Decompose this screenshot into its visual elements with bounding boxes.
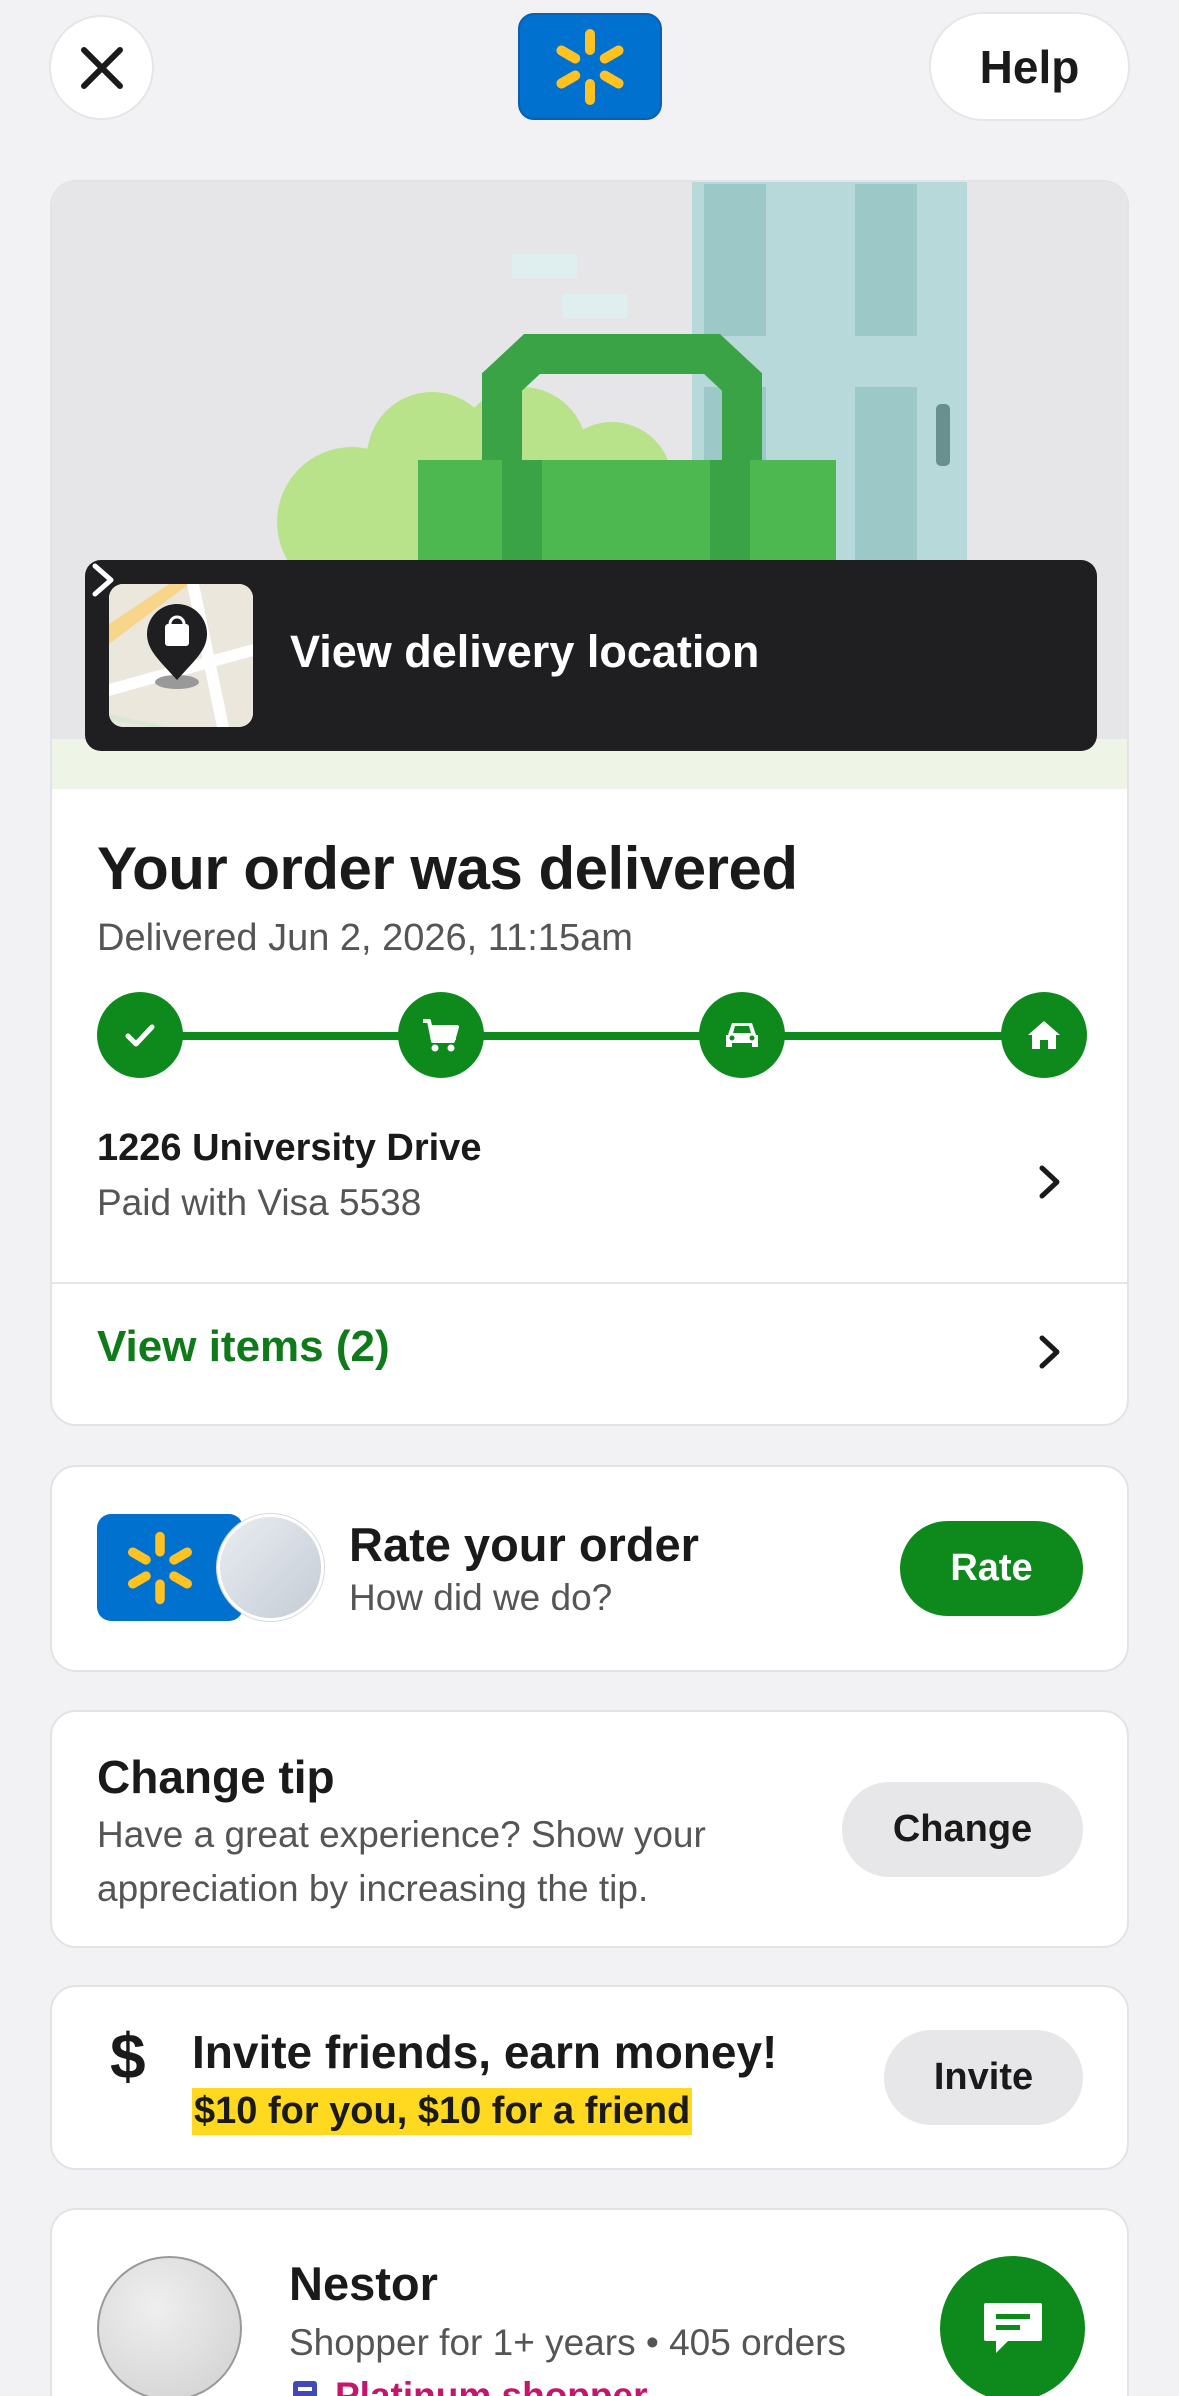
close-icon [80, 46, 123, 89]
shopper-avatar [217, 1514, 324, 1621]
home-icon [1028, 1021, 1060, 1049]
chevron-right-icon [1039, 1335, 1060, 1369]
chevron-right-icon [1039, 1165, 1060, 1199]
rate-order-subtitle: How did we do? [349, 1577, 613, 1618]
invite-title: Invite friends, earn money! [192, 2026, 778, 2078]
spark-icon [128, 1531, 192, 1604]
chevron-right-icon [92, 563, 114, 597]
change-tip-card: Change tip Have a great experience? Show… [50, 1710, 1129, 1948]
divider [52, 1282, 1127, 1284]
shopper-tier-badge: Platinum shopper [289, 2375, 647, 2396]
rate-order-title: Rate your order [349, 1518, 699, 1571]
invite-promo-badge: $10 for you, $10 for a friend [192, 2088, 693, 2135]
view-delivery-location-label: View delivery location [290, 626, 760, 677]
shopper-tier-label: Platinum shopper [335, 2375, 648, 2396]
check-icon [125, 1024, 155, 1047]
rate-order-card: Rate your order How did we do? Rate [50, 1465, 1129, 1672]
payment-method: Paid with Visa 5538 [97, 1182, 422, 1223]
step-shopping [398, 992, 484, 1078]
change-tip-button[interactable]: Change [842, 1782, 1083, 1877]
change-tip-title: Change tip [97, 1751, 335, 1803]
shopper-name: Nestor [289, 2257, 438, 2310]
order-progress-tracker [97, 992, 1087, 1080]
dollar-icon: $ [110, 2020, 146, 2092]
invite-friends-card: $ Invite friends, earn money! $10 for yo… [50, 1985, 1129, 2170]
close-button[interactable] [49, 15, 154, 120]
step-on-the-way [699, 992, 785, 1078]
walmart-spark-logo [518, 13, 662, 120]
delivered-timestamp: Delivered Jun 2, 2026, 11:15am [97, 917, 633, 959]
progress-line [137, 1032, 1047, 1040]
rate-button[interactable]: Rate [900, 1521, 1083, 1616]
step-delivered [1001, 992, 1087, 1078]
view-items-link[interactable]: View items (2) [97, 1322, 390, 1372]
map-pin-icon [109, 584, 253, 727]
shopper-avatar [97, 2256, 242, 2396]
chat-button[interactable] [940, 2256, 1085, 2396]
delivery-address: 1226 University Drive [97, 1127, 482, 1169]
shopper-card: Nestor Shopper for 1+ years • 405 orders… [50, 2208, 1129, 2396]
order-card: View delivery location Your order was de… [50, 180, 1129, 1426]
delivery-illustration: View delivery location [52, 182, 1127, 789]
map-thumbnail [109, 584, 253, 727]
order-status-screen: Help View delivery location Your order w… [0, 0, 1179, 2396]
chat-icon [983, 2302, 1042, 2353]
step-placed [97, 992, 183, 1078]
order-status-title: Your order was delivered [97, 835, 798, 902]
shopper-meta: Shopper for 1+ years • 405 orders [289, 2322, 846, 2363]
cart-icon [423, 1019, 459, 1052]
view-delivery-location-button[interactable]: View delivery location [85, 560, 1097, 751]
invite-button[interactable]: Invite [884, 2030, 1083, 2125]
badge-icon [293, 2381, 317, 2396]
spark-icon [556, 28, 624, 105]
change-tip-description: Have a great experience? Show your appre… [97, 1814, 706, 1909]
car-icon [726, 1023, 758, 1047]
help-button[interactable]: Help [929, 12, 1130, 121]
